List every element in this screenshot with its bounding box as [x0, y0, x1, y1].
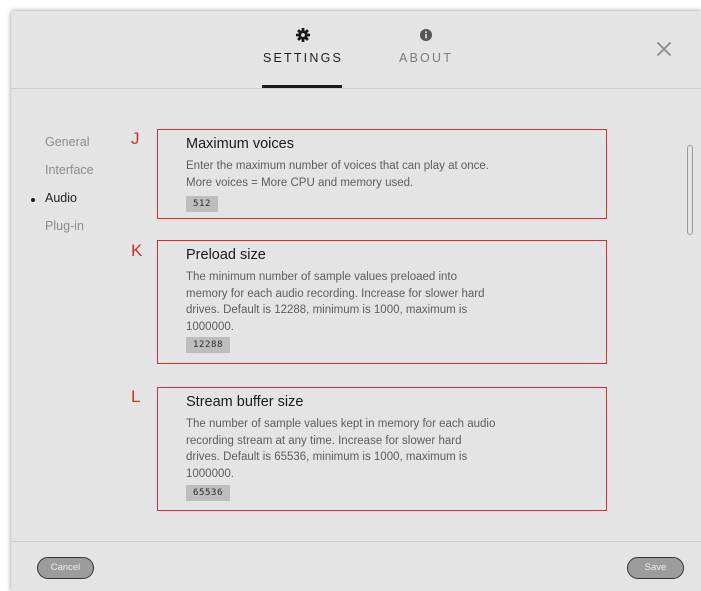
- dialog-header: SETTINGS ABOUT: [11, 11, 701, 89]
- active-bullet: [31, 198, 35, 202]
- preferences-dialog: SETTINGS ABOUT General Interface Audio P…: [11, 11, 701, 591]
- annotation-marker-l: L: [131, 387, 141, 406]
- setting-stream-buffer-size: Stream buffer size The number of sample …: [157, 387, 607, 511]
- sidebar-item-plug-in[interactable]: Plug-in: [45, 219, 84, 239]
- setting-description: The minimum number of sample values prel…: [186, 271, 485, 333]
- stream-buffer-size-input[interactable]: 65536: [186, 485, 231, 501]
- setting-description: Enter the maximum number of voices that …: [186, 160, 489, 189]
- gear-icon: [296, 28, 310, 42]
- info-icon: [420, 29, 432, 41]
- close-button[interactable]: [652, 37, 676, 61]
- annotation-marker-k: K: [131, 241, 143, 260]
- setting-maximum-voices: Maximum voices Enter the maximum number …: [157, 129, 607, 219]
- close-icon: [657, 42, 671, 56]
- cancel-button[interactable]: Cancel: [37, 557, 94, 579]
- tab-settings-label: SETTINGS: [262, 51, 344, 65]
- tab-about-label: ABOUT: [398, 51, 454, 65]
- save-button[interactable]: Save: [627, 557, 684, 579]
- sidebar-item-general[interactable]: General: [45, 135, 89, 155]
- setting-title: Maximum voices: [186, 136, 294, 152]
- active-tab-indicator: [262, 85, 342, 88]
- sidebar-item-audio-label: Audio: [45, 191, 77, 205]
- annotation-marker-j: J: [131, 129, 140, 148]
- setting-title: Stream buffer size: [186, 394, 304, 410]
- maximum-voices-input[interactable]: 512: [186, 196, 219, 212]
- preload-size-input[interactable]: 12288: [186, 337, 231, 353]
- sidebar-item-audio[interactable]: Audio: [31, 191, 77, 211]
- setting-preload-size: Preload size The minimum number of sampl…: [157, 240, 607, 364]
- tab-about[interactable]: ABOUT: [379, 23, 473, 88]
- setting-description: The number of sample values kept in memo…: [186, 418, 496, 480]
- dialog-footer: Cancel Save: [11, 541, 701, 591]
- content-scrollbar[interactable]: [687, 145, 693, 235]
- sidebar-item-interface[interactable]: Interface: [45, 163, 94, 183]
- setting-title: Preload size: [186, 247, 266, 263]
- tab-settings[interactable]: SETTINGS: [259, 23, 347, 88]
